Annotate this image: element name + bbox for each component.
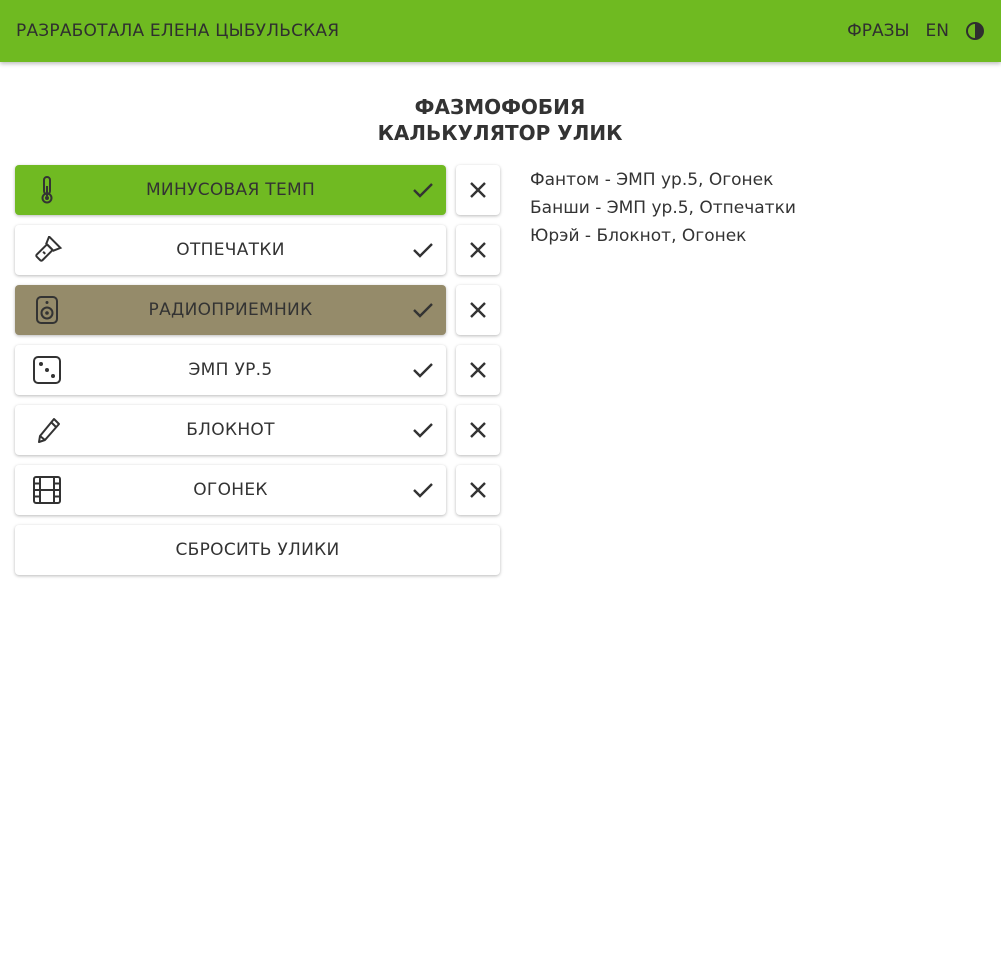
evidence-label: ЭМП УР.5 [188, 360, 273, 380]
evidence-row: РАДИОПРИЕМНИК [15, 285, 500, 335]
ghost-result-item: Юрэй - Блокнот, Огонек [530, 226, 747, 246]
exclude-button-fingerprints[interactable] [456, 225, 500, 275]
evidence-button-emf5[interactable]: ЭМП УР.5 [15, 345, 446, 395]
phrases-link[interactable]: ФРАЗЫ [847, 21, 909, 41]
exclude-button-notebook[interactable] [456, 405, 500, 455]
evidence-button-notebook[interactable]: БЛОКНОТ [15, 405, 446, 455]
evidence-button-ghost-orb[interactable]: ОГОНЕК [15, 465, 446, 515]
close-icon [469, 421, 487, 439]
close-icon [469, 481, 487, 499]
header-actions: ФРАЗЫ EN [847, 21, 985, 41]
evidence-label: ОТПЕЧАТКИ [176, 240, 285, 260]
evidence-label: МИНУСОВАЯ ТЕМП [145, 180, 316, 200]
top-bar: РАЗРАБОТАЛА ЕЛЕНА ЦЫБУЛЬСКАЯ ФРАЗЫ EN [0, 0, 1001, 62]
ghost-results-list: Фантом - ЭМП ур.5, Огонек Банши - ЭМП ур… [530, 166, 970, 250]
page-title: ФАЗМОФОБИЯ КАЛЬКУЛЯТОР УЛИК [0, 94, 1000, 146]
evidence-row: ЭМП УР.5 [15, 345, 500, 395]
title-line-2: КАЛЬКУЛЯТОР УЛИК [377, 121, 623, 145]
contrast-icon[interactable] [965, 21, 985, 41]
evidence-button-fingerprints[interactable]: ОТПЕЧАТКИ [15, 225, 446, 275]
title-line-1: ФАЗМОФОБИЯ [414, 95, 586, 119]
checkmark-icon [410, 418, 436, 442]
evidence-row: ОГОНЕК [15, 465, 500, 515]
dice-icon [31, 356, 63, 384]
exclude-button-ghost-orb[interactable] [456, 465, 500, 515]
evidence-label: РАДИОПРИЕМНИК [148, 300, 313, 320]
evidence-label: ОГОНЕК [193, 480, 268, 500]
evidence-label: БЛОКНОТ [186, 420, 275, 440]
evidence-button-spirit-box[interactable]: РАДИОПРИЕМНИК [15, 285, 446, 335]
exclude-button-emf5[interactable] [456, 345, 500, 395]
ghost-result-item: Банши - ЭМП ур.5, Отпечатки [530, 198, 796, 218]
evidence-button-minus-temp[interactable]: МИНУСОВАЯ ТЕМП [15, 165, 446, 215]
close-icon [469, 361, 487, 379]
evidence-row: ОТПЕЧАТКИ [15, 225, 500, 275]
checkmark-icon [410, 238, 436, 262]
close-icon [469, 301, 487, 319]
reset-evidence-button[interactable]: СБРОСИТЬ УЛИКИ [15, 525, 500, 575]
film-icon [31, 476, 63, 504]
checkmark-icon [410, 358, 436, 382]
ghost-result-item: Фантом - ЭМП ур.5, Огонек [530, 170, 774, 190]
language-switch[interactable]: EN [926, 21, 949, 41]
checkmark-icon [410, 478, 436, 502]
exclude-button-spirit-box[interactable] [456, 285, 500, 335]
thermometer-icon [31, 176, 63, 204]
evidence-row: МИНУСОВАЯ ТЕМП [15, 165, 500, 215]
exclude-button-minus-temp[interactable] [456, 165, 500, 215]
flashlight-icon [31, 236, 63, 264]
evidence-row: БЛОКНОТ [15, 405, 500, 455]
checkmark-icon [410, 298, 436, 322]
checkmark-icon [410, 178, 436, 202]
pencil-icon [31, 416, 63, 444]
close-icon [469, 241, 487, 259]
close-icon [469, 181, 487, 199]
author-credit: РАЗРАБОТАЛА ЕЛЕНА ЦЫБУЛЬСКАЯ [16, 21, 340, 41]
speaker-icon [31, 296, 63, 324]
